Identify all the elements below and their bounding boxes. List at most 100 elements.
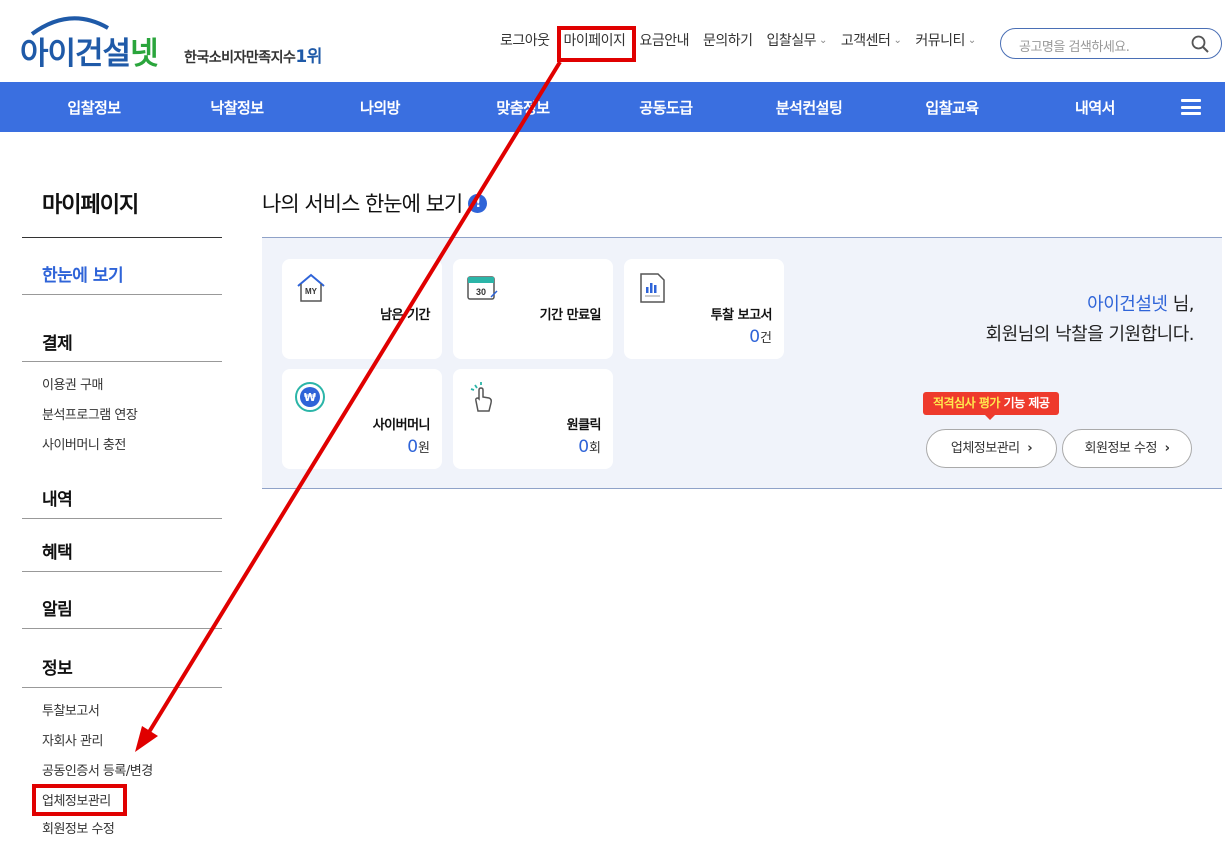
card-value-number: 0 [749, 327, 761, 347]
sidebar-item-benefit[interactable]: 혜택 [42, 538, 73, 563]
sidebar-item-certificate[interactable]: 공동인증서 등록/변경 [42, 760, 153, 779]
topnav-label: 문의하기 [702, 33, 753, 49]
card-remaining-period: MY 남은 기간 [282, 259, 442, 359]
greeting-line2: 회원님의 낙찰을 기원합니다. [985, 324, 1195, 345]
card-label: 투찰 보고서 [710, 308, 773, 323]
sidebar-title: 마이페이지 [42, 193, 139, 218]
sidebar-item-subsidiary[interactable]: 자회사 관리 [42, 730, 103, 749]
logo-sub-text: 한국소비자만족지수 [184, 50, 296, 66]
card-icon-text: MY [305, 287, 318, 296]
chevron-right-icon: › [1027, 441, 1033, 456]
card-expiry-date: 30 기간 만료일 [453, 259, 613, 359]
topnav-label: 로그아웃 [500, 33, 550, 49]
card-label: 원클릭 [566, 418, 602, 433]
chevron-down-icon: ⌄ [893, 34, 902, 46]
page-title: 나의 서비스 한눈에 보기 ! [262, 188, 488, 218]
logo-rank: 1위 [295, 47, 322, 67]
sidebar-item-payment[interactable]: 결제 [42, 329, 73, 354]
won-coin-icon: ₩ [295, 382, 325, 412]
chevron-right-icon: › [1164, 441, 1170, 456]
sidebar-item-overview[interactable]: 한눈에 보기 [42, 261, 124, 286]
my-home-icon: MY [297, 273, 325, 302]
sidebar-item-charge-cybermoney[interactable]: 사이버머니 충전 [42, 434, 126, 453]
highlight-box-mypage [557, 26, 636, 62]
logo-accent: 넷 [130, 36, 159, 72]
calendar-icon: 30 [467, 276, 498, 300]
tooltip-rest: 기능 제공 [999, 396, 1050, 410]
service-overview-panel: MY 남은 기간 30 기간 만료일 투찰 보고서 0건 ₩ 사이버머니 0원 … [262, 237, 1222, 489]
search-icon[interactable] [1191, 35, 1209, 53]
divider [22, 628, 222, 629]
topnav-label: 입찰실무 [766, 33, 817, 49]
company-info-button[interactable]: 업체정보관리 › [926, 429, 1057, 468]
card-value: 0건 [749, 327, 772, 347]
feature-tooltip: 적격심사 평가 기능 제공 [923, 392, 1060, 420]
topnav-community[interactable]: 커뮤니티 ⌄ [915, 30, 976, 50]
sidebar-item-notice[interactable]: 알림 [42, 595, 73, 620]
topnav-pricing[interactable]: 요금안내 [639, 30, 689, 50]
topnav-label: 요금안내 [639, 33, 689, 49]
card-label: 남은 기간 [380, 308, 430, 323]
sidebar-item-info[interactable]: 정보 [42, 654, 73, 679]
divider [22, 571, 222, 572]
card-bid-report[interactable]: 투찰 보고서 0건 [624, 259, 784, 359]
divider [22, 361, 222, 362]
logo-main: 아이건설 [20, 36, 131, 72]
highlight-box-company-info [32, 784, 127, 816]
chevron-down-icon: ⌄ [967, 34, 976, 46]
finger-click-icon [470, 382, 492, 412]
greeting-line1: 아이건설넷 님, [986, 290, 1194, 320]
card-value-number: 0 [407, 437, 419, 457]
topnav-customer-center[interactable]: 고객센터 ⌄ [840, 30, 902, 50]
topnav-label: 고객센터 [840, 33, 891, 49]
topnav-inquiry[interactable]: 문의하기 [703, 30, 753, 50]
main-nav: 입찰정보 낙찰정보 나의방 맞춤정보 공동도급 분석컨설팅 입찰교육 내역서 [0, 82, 1225, 132]
card-label: 기간 만료일 [539, 308, 602, 323]
search-placeholder: 공고명을 검색하세요. [1019, 40, 1130, 55]
logo-text: 아이건설넷 [20, 28, 159, 73]
gnb-joint-contract[interactable]: 공동도급 [639, 97, 693, 118]
card-icon-text: ₩ [304, 391, 316, 404]
logo-subtitle: 한국소비자만족지수1위 [184, 42, 322, 67]
gnb-custom-info[interactable]: 맞춤정보 [496, 97, 550, 118]
divider [22, 237, 222, 238]
topnav-label: 커뮤니티 [915, 33, 965, 49]
member-name: 아이건설넷 [1087, 294, 1168, 315]
button-label: 회원정보 수정 [1084, 441, 1158, 456]
topnav-logout[interactable]: 로그아웃 [500, 30, 550, 50]
hamburger-menu-icon[interactable] [1181, 99, 1201, 115]
card-value: 0원 [407, 437, 430, 457]
card-value-unit: 건 [760, 331, 772, 346]
gnb-my-room[interactable]: 나의방 [360, 97, 400, 118]
greeting-text: 아이건설넷 님, 회원님의 낙찰을 기원합니다. [985, 290, 1195, 350]
sidebar-item-member-info[interactable]: 회원정보 수정 [42, 818, 115, 837]
info-icon[interactable]: ! [468, 193, 488, 213]
card-one-click[interactable]: 원클릭 0회 [453, 369, 613, 469]
greeting-suffix: 님, [1167, 294, 1195, 315]
gnb-statement[interactable]: 내역서 [1075, 97, 1115, 118]
card-value: 0회 [578, 437, 601, 457]
search-input[interactable]: 공고명을 검색하세요. [1000, 28, 1222, 59]
card-icon-text: 30 [476, 287, 486, 297]
gnb-award-info[interactable]: 낙찰정보 [210, 97, 264, 118]
sidebar-item-bid-report[interactable]: 투찰보고서 [42, 700, 100, 719]
gnb-bid-info[interactable]: 입찰정보 [67, 97, 121, 118]
chevron-down-icon: ⌄ [819, 34, 827, 46]
member-info-edit-button[interactable]: 회원정보 수정 › [1062, 429, 1192, 468]
topnav-bidding-practice[interactable]: 입찰실무 ⌄ [766, 30, 828, 50]
report-chart-icon [640, 273, 665, 303]
card-value-unit: 회 [589, 441, 601, 456]
divider [22, 687, 222, 688]
divider [22, 518, 222, 519]
gnb-analysis-consulting[interactable]: 분석컨설팅 [776, 97, 843, 118]
card-cyber-money[interactable]: ₩ 사이버머니 0원 [282, 369, 442, 469]
sidebar-item-extend-program[interactable]: 분석프로그램 연장 [42, 404, 138, 423]
card-value-unit: 원 [418, 441, 430, 456]
card-label: 사이버머니 [372, 418, 431, 433]
sidebar-item-history[interactable]: 내역 [42, 485, 73, 510]
sidebar-item-buy-pass[interactable]: 이용권 구매 [42, 374, 103, 393]
card-value-number: 0 [578, 437, 590, 457]
tooltip-highlight: 적격심사 평가 [933, 396, 1000, 410]
gnb-bid-education[interactable]: 입찰교육 [925, 97, 979, 118]
button-label: 업체정보관리 [950, 441, 1020, 456]
